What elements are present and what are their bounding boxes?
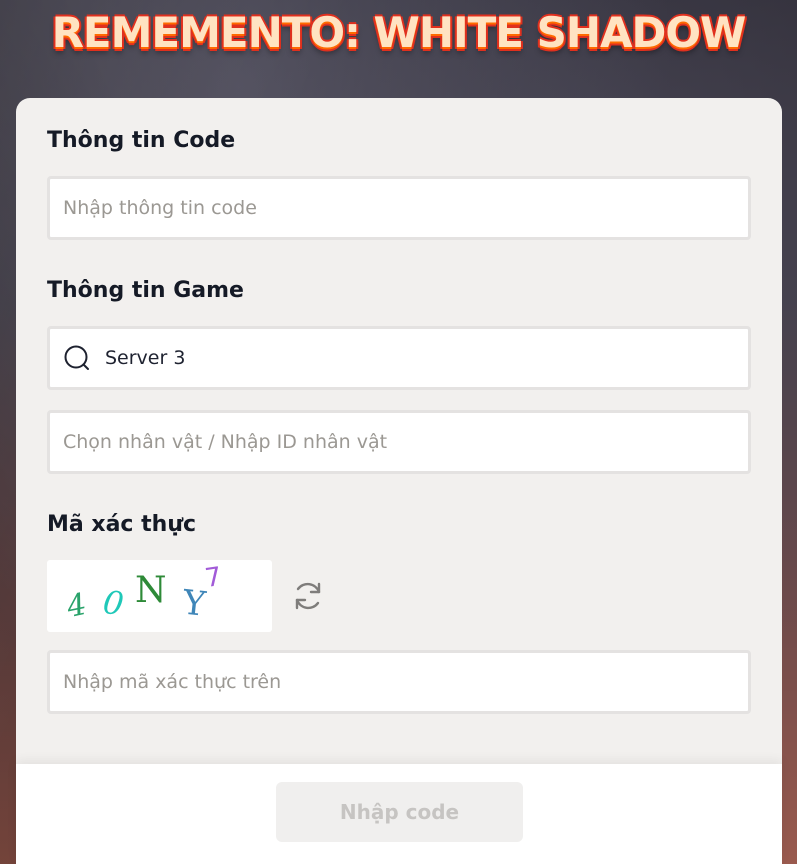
game-section-label: Thông tin Game [47,278,244,303]
captcha-char-3: N [135,570,167,611]
game-title: REMEMENTO: WHITE SHADOW [51,8,747,57]
captcha-char-2: 0 [101,583,126,623]
captcha-char-5: 7 [203,562,224,594]
captcha-field [47,650,751,714]
captcha-image: 4 0 N Y 7 [47,560,272,632]
code-input[interactable] [63,197,748,219]
captcha-char-4: Y [180,583,208,625]
captcha-section-label: Mã xác thực [47,512,197,537]
code-field [47,176,751,240]
server-select[interactable]: Server 3 [47,326,751,390]
card-footer: Nhập code [16,764,782,864]
search-icon [63,344,91,372]
character-input[interactable] [63,431,748,453]
code-section-label: Thông tin Code [47,128,236,153]
captcha-char-1: 4 [63,587,90,625]
server-value: Server 3 [105,347,186,369]
character-field [47,410,751,474]
refresh-captcha-button[interactable] [288,576,328,616]
captcha-input[interactable] [63,671,748,693]
refresh-icon [290,578,326,614]
submit-code-button[interactable]: Nhập code [276,782,523,842]
redeem-code-card: Thông tin Code Thông tin Game Server 3 M… [16,98,782,864]
